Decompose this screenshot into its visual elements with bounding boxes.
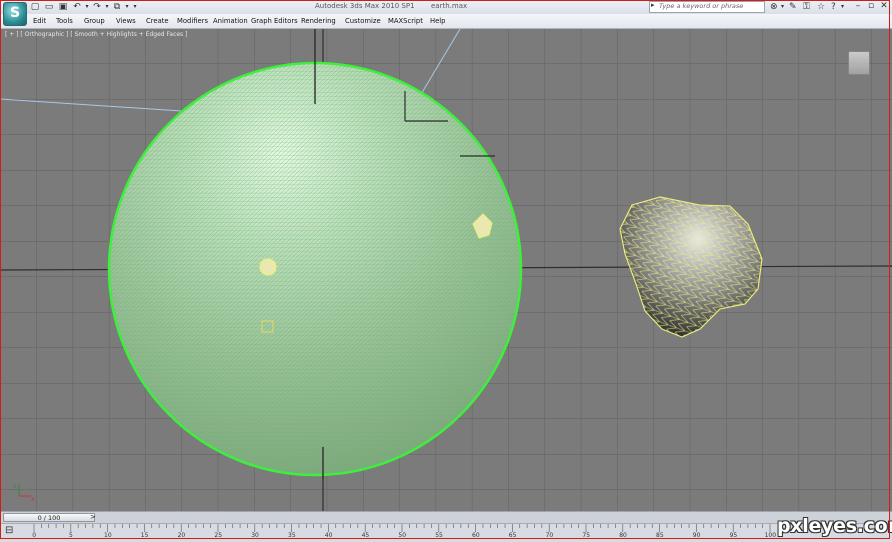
- search-arrow-icon[interactable]: ▸: [651, 1, 655, 9]
- file-name: earth.max: [431, 2, 468, 10]
- menu-edit[interactable]: Edit: [33, 17, 46, 25]
- project-icon[interactable]: ⧉: [112, 2, 122, 12]
- ruler-tick-label: 5: [69, 532, 73, 539]
- next-frame-icon[interactable]: >: [90, 513, 96, 521]
- menu-maxscript[interactable]: MAXScript: [388, 17, 423, 25]
- ruler-tick-label: 90: [692, 532, 701, 539]
- menu-animation[interactable]: Animation: [213, 17, 248, 25]
- menu-group[interactable]: Group: [84, 17, 105, 25]
- menu-help[interactable]: Help: [430, 17, 446, 25]
- curve-editor-icon[interactable]: ⊟: [5, 525, 17, 537]
- ruler-tick-label: 100: [764, 532, 777, 539]
- close-icon[interactable]: ✕: [877, 1, 891, 12]
- ruler-tick-label: 80: [619, 532, 627, 539]
- orthographic-viewport[interactable]: [0, 29, 892, 511]
- menu-graph-editors[interactable]: Graph Editors: [251, 17, 298, 25]
- menu-create[interactable]: Create: [146, 17, 169, 25]
- redo-icon[interactable]: ↷: [92, 2, 102, 12]
- maximize-icon[interactable]: ▫: [864, 1, 878, 12]
- app-logo-icon[interactable]: S: [3, 2, 27, 26]
- undo-icon[interactable]: ↶: [72, 2, 82, 12]
- timeline-ruler[interactable]: [0, 523, 892, 542]
- ruler-tick-label: 50: [398, 532, 407, 539]
- ruler-tick-label: 85: [656, 532, 664, 539]
- ruler-tick-label: 40: [324, 532, 333, 539]
- menu-views[interactable]: Views: [116, 17, 136, 25]
- viewport-label[interactable]: [ + ] [ Orthographic ] [ Smooth + Highli…: [5, 31, 187, 38]
- binoculars-icon[interactable]: ⊗: [770, 2, 778, 12]
- svg-text:x: x: [31, 496, 35, 502]
- ruler-tick-label: 75: [582, 532, 591, 539]
- help-dropdown-icon[interactable]: ▾: [841, 2, 844, 12]
- app-title: Autodesk 3ds Max 2010 SP1: [315, 2, 415, 10]
- ruler-tick-label: 25: [214, 532, 223, 539]
- menu-rendering[interactable]: Rendering: [301, 17, 336, 25]
- key-icon[interactable]: ⚿: [803, 2, 810, 12]
- ruler-tick-label: 30: [251, 532, 259, 539]
- redo-dropdown-icon[interactable]: ▾: [102, 2, 112, 12]
- viewcube-icon[interactable]: [848, 51, 870, 75]
- search-placeholder: Type a keyword or phrase: [659, 2, 744, 10]
- ruler-tick-label: 70: [545, 532, 554, 539]
- ruler-tick-label: 60: [472, 532, 480, 539]
- ruler-tick-label: 0: [32, 532, 37, 539]
- ruler-tick-label: 95: [729, 532, 738, 539]
- ruler-tick-label: 35: [288, 532, 296, 539]
- quick-access-more-icon[interactable]: ▾: [130, 2, 140, 12]
- axis-tripod-icon: z x: [13, 483, 35, 502]
- menu-bar: Edit Tools Group Views Create Modifiers …: [0, 14, 892, 29]
- binoculars-dropdown-icon[interactable]: ▾: [781, 2, 784, 12]
- star-icon[interactable]: ☆: [817, 2, 825, 12]
- new-icon[interactable]: ▢: [30, 2, 40, 12]
- ruler-tick-label: 15: [140, 532, 149, 539]
- frame-readout: 0 / 100: [37, 514, 61, 522]
- watermark: pxleyes.com: [777, 515, 892, 537]
- undo-dropdown-icon[interactable]: ▾: [82, 2, 92, 12]
- viewport-scene: [0, 29, 892, 511]
- ruler-tick-label: 55: [435, 532, 443, 539]
- ruler-tick-label: 20: [177, 532, 186, 539]
- open-icon[interactable]: ▭: [44, 2, 54, 12]
- menu-tools[interactable]: Tools: [56, 17, 73, 25]
- minimize-icon[interactable]: –: [851, 1, 865, 12]
- menu-customize[interactable]: Customize: [345, 17, 381, 25]
- ruler-ticks: [33, 524, 771, 532]
- svg-text:z: z: [13, 483, 16, 490]
- time-slider-handle[interactable]: 0 / 100: [3, 513, 95, 522]
- save-icon[interactable]: ▣: [58, 2, 68, 12]
- help-icon[interactable]: ?: [831, 2, 836, 12]
- communication-icon[interactable]: ✎: [789, 2, 797, 12]
- ruler-tick-label: 45: [361, 532, 370, 539]
- ruler-tick-label: 65: [508, 532, 517, 539]
- ruler-tick-label: 10: [104, 532, 112, 539]
- small-object-1: [259, 258, 277, 276]
- menu-modifiers[interactable]: Modifiers: [177, 17, 208, 25]
